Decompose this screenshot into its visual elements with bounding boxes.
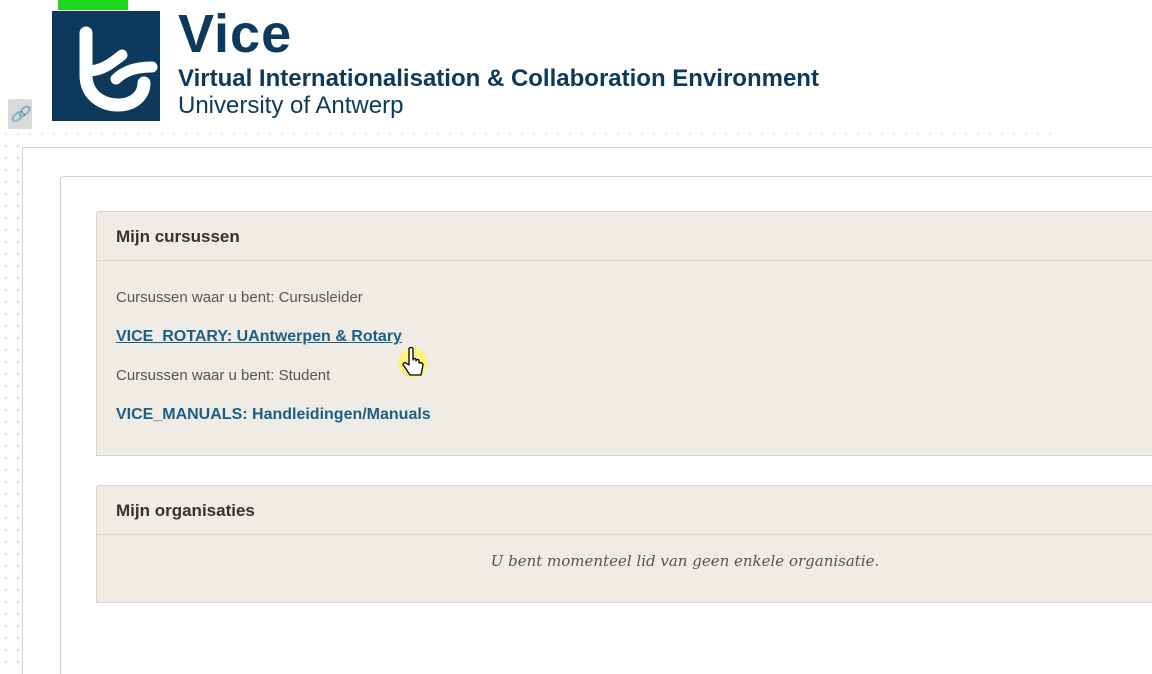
highlight-marker <box>58 0 128 10</box>
site-subtitle: Virtual Internationalisation & Collabora… <box>178 65 819 92</box>
role-label-course-leader: Cursussen waar u bent: Cursusleider <box>116 289 363 306</box>
role-label-student: Cursussen waar u bent: Student <box>116 367 331 384</box>
course-link-vice-manuals[interactable]: VICE_MANUALS: Handleidingen/Manuals <box>116 406 431 424</box>
my-courses-heading: Mijn cursussen <box>97 212 1152 261</box>
link-icon[interactable]: 🔗 <box>8 99 32 129</box>
course-link-vice-rotary[interactable]: VICE_ROTARY: UAntwerpen & Rotary <box>116 328 402 346</box>
my-organisations-heading: Mijn organisaties <box>97 486 1152 535</box>
background-dots-left <box>0 140 22 673</box>
background-dots-top <box>0 128 1060 142</box>
no-organisations-message: U bent momenteel lid van geen enkele org… <box>490 552 880 570</box>
my-courses-block: Mijn cursussen Cursussen waar u bent: Cu… <box>96 211 1152 456</box>
brand-block: Vice Virtual Internationalisation & Coll… <box>178 6 819 120</box>
university-logo-icon[interactable] <box>52 11 160 121</box>
site-title[interactable]: Vice <box>178 6 819 62</box>
university-name: University of Antwerp <box>178 92 404 119</box>
hand-pointer-cursor-icon <box>397 343 433 383</box>
my-organisations-block: Mijn organisaties U bent momenteel lid v… <box>96 485 1152 603</box>
